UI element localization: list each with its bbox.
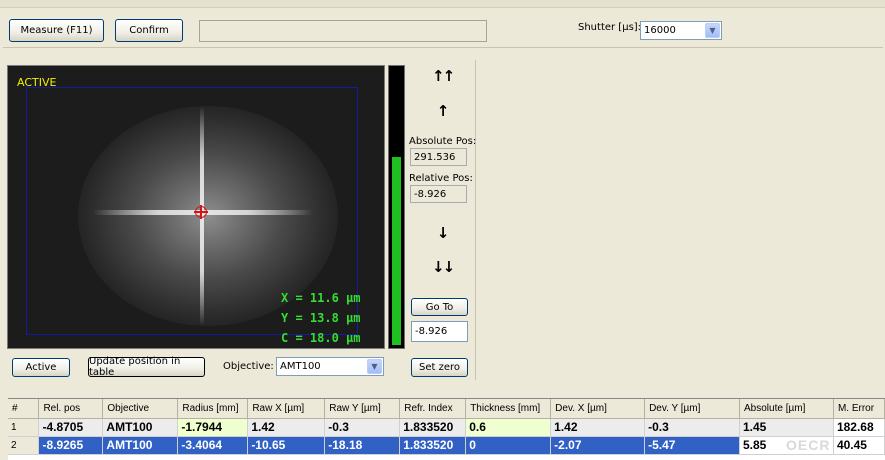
- table-cell[interactable]: 40.45: [833, 436, 885, 455]
- title-strip: [0, 0, 885, 8]
- table-cell[interactable]: -0.3: [324, 418, 401, 437]
- measure-button[interactable]: Measure (F11): [9, 19, 104, 42]
- table-cell[interactable]: 1.833520: [399, 436, 467, 455]
- table-cell[interactable]: -3.4064: [177, 436, 249, 455]
- shutter-label: Shutter [µs]:: [578, 22, 642, 33]
- table-cell[interactable]: -0.3: [644, 418, 740, 437]
- col-header[interactable]: Dev. X [µm]: [550, 399, 646, 419]
- watermark: OECR: [786, 437, 831, 453]
- table-cell[interactable]: -10.65: [247, 436, 326, 455]
- table-cell[interactable]: 1: [8, 418, 40, 437]
- chevron-down-icon[interactable]: ▼: [367, 359, 382, 374]
- table-row[interactable]: 1 -4.8705 AMT100 -1.7944 1.42 -0.3 1.833…: [8, 418, 885, 437]
- camera-status: ACTIVE: [17, 76, 57, 89]
- col-header[interactable]: Thickness [mm]: [465, 399, 552, 419]
- table-header-row: # Rel. pos Objective Radius [mm] Raw X […: [8, 399, 885, 419]
- col-header[interactable]: #: [8, 399, 40, 419]
- double-up-arrow-icon[interactable]: ↑↑: [432, 67, 455, 85]
- table-cell[interactable]: 2: [8, 436, 40, 455]
- table-cell[interactable]: 1.45: [739, 418, 834, 437]
- table-cell[interactable]: -2.07: [550, 436, 646, 455]
- objective-select[interactable]: AMT100 ▼: [276, 357, 384, 376]
- absolute-pos-label: Absolute Pos:: [409, 136, 477, 147]
- shutter-select[interactable]: 16000 ▼: [640, 21, 722, 40]
- table-row[interactable]: 2 -8.9265 AMT100 -3.4064 -10.65 -18.18 1…: [8, 436, 885, 455]
- table-cell[interactable]: -18.18: [324, 436, 401, 455]
- relative-pos-label: Relative Pos:: [409, 173, 473, 184]
- camera-view[interactable]: ACTIVE X = 11.6 µm Y = 13.8 µm C = 18.0 …: [7, 65, 385, 349]
- goto-input[interactable]: -8.926: [411, 321, 468, 342]
- col-header[interactable]: Raw Y [µm]: [324, 399, 401, 419]
- confirm-button[interactable]: Confirm: [115, 19, 183, 42]
- col-header[interactable]: M. Error: [833, 399, 885, 419]
- table-cell[interactable]: 1.42: [550, 418, 646, 437]
- col-header[interactable]: Radius [mm]: [177, 399, 249, 419]
- focus-signal-fill: [392, 157, 401, 345]
- active-button[interactable]: Active: [12, 358, 70, 377]
- table-cell[interactable]: 0.6: [465, 418, 552, 437]
- objective-label: Objective:: [223, 361, 274, 372]
- col-header[interactable]: Objective: [102, 399, 179, 419]
- y-readout: Y = 13.8 µm: [281, 311, 361, 325]
- shutter-value: 16000: [644, 25, 676, 36]
- table-cell[interactable]: -1.7944: [177, 418, 249, 437]
- objective-value: AMT100: [280, 361, 321, 372]
- col-header[interactable]: Raw X [µm]: [247, 399, 326, 419]
- table-cell[interactable]: 1.833520: [399, 418, 467, 437]
- col-header[interactable]: Rel. pos: [38, 399, 104, 419]
- table-cell[interactable]: -5.47: [644, 436, 740, 455]
- absolute-pos-value: 291.536: [410, 148, 467, 166]
- table-cell[interactable]: AMT100: [102, 436, 179, 455]
- table-cell[interactable]: 182.68: [833, 418, 885, 437]
- table-cell[interactable]: -8.9265: [38, 436, 104, 455]
- measurement-progress-bar: [199, 20, 487, 42]
- update-position-button[interactable]: Update position in table: [88, 356, 205, 378]
- table-cell[interactable]: 0: [465, 436, 552, 455]
- results-table[interactable]: # Rel. pos Objective Radius [mm] Raw X […: [8, 398, 885, 460]
- chevron-down-icon[interactable]: ▼: [705, 23, 720, 38]
- crosshair-v-icon: [200, 205, 202, 219]
- down-arrow-icon[interactable]: ↓: [432, 224, 452, 242]
- c-readout: C = 18.0 µm: [281, 331, 361, 345]
- table-cell[interactable]: -4.8705: [38, 418, 104, 437]
- focus-signal-bar: [388, 65, 405, 349]
- col-header[interactable]: Absolute [µm]: [739, 399, 834, 419]
- table-cell[interactable]: 1.42: [247, 418, 326, 437]
- col-header[interactable]: Refr. Index: [399, 399, 467, 419]
- double-down-arrow-icon[interactable]: ↓↓: [432, 258, 455, 276]
- goto-button[interactable]: Go To: [411, 298, 468, 316]
- x-readout: X = 11.6 µm: [281, 291, 361, 305]
- up-arrow-icon[interactable]: ↑: [432, 102, 452, 120]
- set-zero-button[interactable]: Set zero: [411, 358, 468, 377]
- col-header[interactable]: Dev. Y [µm]: [644, 399, 740, 419]
- relative-pos-value: -8.926: [410, 185, 467, 203]
- table-cell[interactable]: AMT100: [102, 418, 179, 437]
